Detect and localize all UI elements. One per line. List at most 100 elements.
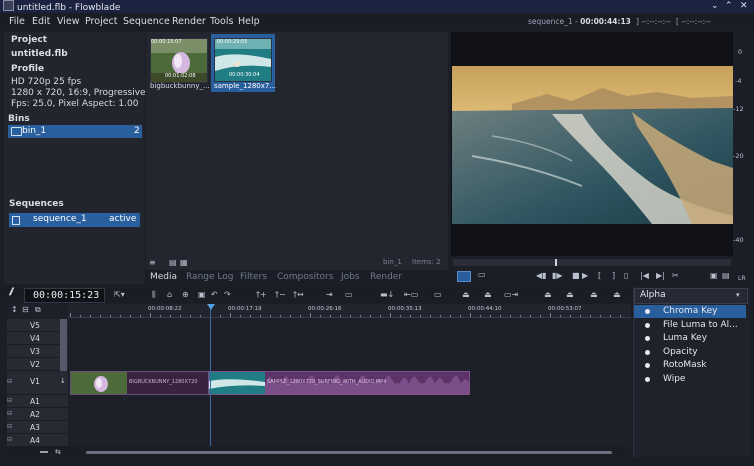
track-collapse-icon[interactable]: ⏏	[566, 290, 574, 300]
ruler-tick	[340, 315, 341, 317]
zoom-out-icon[interactable]	[40, 451, 48, 453]
prev-frame-icon[interactable]: ◀▮	[536, 271, 547, 281]
effect-item-file-luma[interactable]: File Luma to Al...	[634, 319, 746, 332]
media-item-bigbuckbunny[interactable]: 00:00:15:07 00:01:02:08 bigbuckbunny_...	[149, 36, 210, 91]
track-header-a4[interactable]: ⊟ A4	[7, 434, 68, 447]
track-expand-toggle[interactable]: ⊟	[7, 378, 12, 385]
track-compositor-icon[interactable]: ⧉	[35, 305, 41, 315]
list-view-icon[interactable]: ▤	[169, 258, 177, 268]
clear-marks-icon[interactable]: ▯	[624, 271, 628, 281]
playhead-line[interactable]	[210, 304, 211, 446]
ruler-tick	[600, 315, 601, 317]
monitor-position-bar[interactable]	[453, 259, 731, 266]
effect-item-rotomask[interactable]: RotoMask	[634, 359, 746, 372]
filter-icon[interactable]: ⏏	[484, 290, 492, 300]
track-header-a3[interactable]: ⊟ A3	[7, 421, 68, 434]
marker-link-icon[interactable]: †↔	[293, 290, 304, 300]
track-heights-icon[interactable]: ⏏	[613, 290, 621, 300]
compositor-icon[interactable]: ⏏	[462, 290, 470, 300]
append-icon[interactable]: ▭	[434, 290, 442, 300]
track-header-v3[interactable]: V3	[7, 345, 68, 358]
track-expand-icon[interactable]: ⏏	[590, 290, 598, 300]
track-header-a1[interactable]: ⊟ A1	[7, 395, 68, 408]
trim-view-icon[interactable]: ▤	[722, 271, 730, 281]
menu-tools[interactable]: Tools	[210, 13, 233, 30]
track-header-v4[interactable]: V4	[7, 332, 68, 345]
undo-icon[interactable]: ↶	[211, 290, 218, 300]
effect-item-opacity[interactable]: Opacity	[634, 346, 746, 359]
grid-view-icon[interactable]: ▦	[180, 258, 188, 268]
menu-icon[interactable]: ≡	[149, 258, 156, 268]
menu-render[interactable]: Render	[172, 13, 206, 30]
to-start-icon[interactable]: |◀	[640, 271, 649, 281]
split-icon[interactable]: ▭	[345, 290, 353, 300]
track-header-a2[interactable]: ⊟ A2	[7, 408, 68, 421]
timeline-view-button[interactable]	[457, 271, 471, 282]
timeline-timecode[interactable]: 00:00:15:23	[24, 288, 105, 303]
view-mode-icon[interactable]: ▣	[710, 271, 718, 281]
effect-item-chroma-key[interactable]: Chroma Key	[634, 305, 746, 318]
sequence-row[interactable]: sequence_1 active	[9, 213, 140, 227]
track-lock-icon[interactable]: ↕	[11, 305, 18, 315]
mark-in-icon[interactable]: [	[598, 271, 601, 281]
minimize-button[interactable]: ⌄	[711, 1, 719, 12]
media-item-sample[interactable]: 00:00:29:05 00:00:30:04 sample_1280x7...	[211, 34, 276, 92]
resync-icon[interactable]: ⇥	[326, 290, 333, 300]
playhead-handle[interactable]	[207, 304, 215, 310]
menu-view[interactable]: View	[57, 13, 80, 30]
timeline-scrollbar[interactable]	[86, 451, 612, 454]
effect-item-luma-key[interactable]: Luma Key	[634, 332, 746, 345]
lift-icon[interactable]: ⊕	[182, 290, 189, 300]
maximize-button[interactable]: ⌃	[725, 1, 733, 12]
track-expand-toggle[interactable]: ⊟	[7, 397, 12, 404]
ruler-tick	[560, 315, 561, 317]
overwrite-icon[interactable]: ⇤▭	[404, 290, 418, 300]
close-button[interactable]: ✕	[740, 1, 748, 12]
pen-icon[interactable]: 𝒊	[9, 287, 12, 298]
tab-compositors[interactable]: Compositors	[277, 271, 333, 283]
tab-filters[interactable]: Filters	[240, 271, 267, 283]
track-header-v1[interactable]: ⊟ V1 ↓	[7, 371, 68, 395]
clip-sample-surfing[interactable]: SAMPLE_1280X720_SURFING_WITH_AUDIO.MP4	[208, 371, 470, 395]
bin-row[interactable]: bin_1 2	[8, 125, 142, 138]
snap-icon[interactable]: ⌂	[167, 290, 172, 300]
audio-sync-icon[interactable]: ▭⇥	[504, 290, 518, 300]
tab-jobs[interactable]: Jobs	[341, 271, 360, 283]
to-end-icon[interactable]: ▶|	[656, 271, 665, 281]
menu-file[interactable]: File	[9, 13, 25, 30]
add-marker-icon[interactable]: †+	[256, 290, 267, 300]
mark-out-icon[interactable]: ]	[612, 271, 615, 281]
monitor-position-marker[interactable]	[555, 259, 557, 266]
track-header-v2[interactable]: V2	[7, 358, 68, 371]
track-up-icon[interactable]: ⏏	[544, 290, 552, 300]
track-header-v5[interactable]: V5	[7, 319, 68, 332]
next-frame-icon[interactable]: ▮▶	[552, 271, 563, 281]
play-icon[interactable]: ▶	[582, 271, 588, 281]
track-audio-toggle[interactable]: ↓	[60, 377, 66, 385]
tab-media[interactable]: Media	[150, 271, 177, 283]
track-expand-toggle[interactable]: ⊟	[7, 423, 12, 430]
menu-help[interactable]: Help	[238, 13, 260, 30]
stop-icon[interactable]: ■	[572, 271, 580, 281]
remove-marker-icon[interactable]: †−	[275, 290, 286, 300]
menu-sequence[interactable]: Sequence	[123, 13, 170, 30]
clip-view-button[interactable]: ▭	[478, 270, 486, 280]
redo-icon[interactable]: ↷	[224, 290, 231, 300]
tab-render[interactable]: Render	[370, 271, 402, 283]
menu-project[interactable]: Project	[85, 13, 118, 30]
effect-name: Wipe	[663, 374, 686, 384]
track-expand-toggle[interactable]: ⊟	[7, 410, 12, 417]
cut-icon[interactable]: ✂	[672, 271, 679, 281]
effects-category-select[interactable]: Alpha ▾	[634, 288, 748, 304]
effect-item-wipe[interactable]: Wipe	[634, 373, 746, 386]
track-sync-icon[interactable]: ⊟	[22, 305, 29, 315]
track-expand-toggle[interactable]: ⊟	[7, 436, 12, 443]
clip-bigbuckbunny[interactable]: BIGBUCKBUNNY_1280X720	[70, 371, 209, 395]
zoom-icon[interactable]: ⫼	[152, 290, 156, 300]
zoom-fit-icon[interactable]: ⇆	[55, 447, 61, 457]
insert-icon[interactable]: ▬↓	[380, 290, 394, 300]
edit-mode-icon[interactable]: ⇱▾	[114, 290, 125, 300]
delete-icon[interactable]: ▣	[198, 290, 206, 300]
tab-range-log[interactable]: Range Log	[186, 271, 233, 283]
menu-edit[interactable]: Edit	[32, 13, 50, 30]
